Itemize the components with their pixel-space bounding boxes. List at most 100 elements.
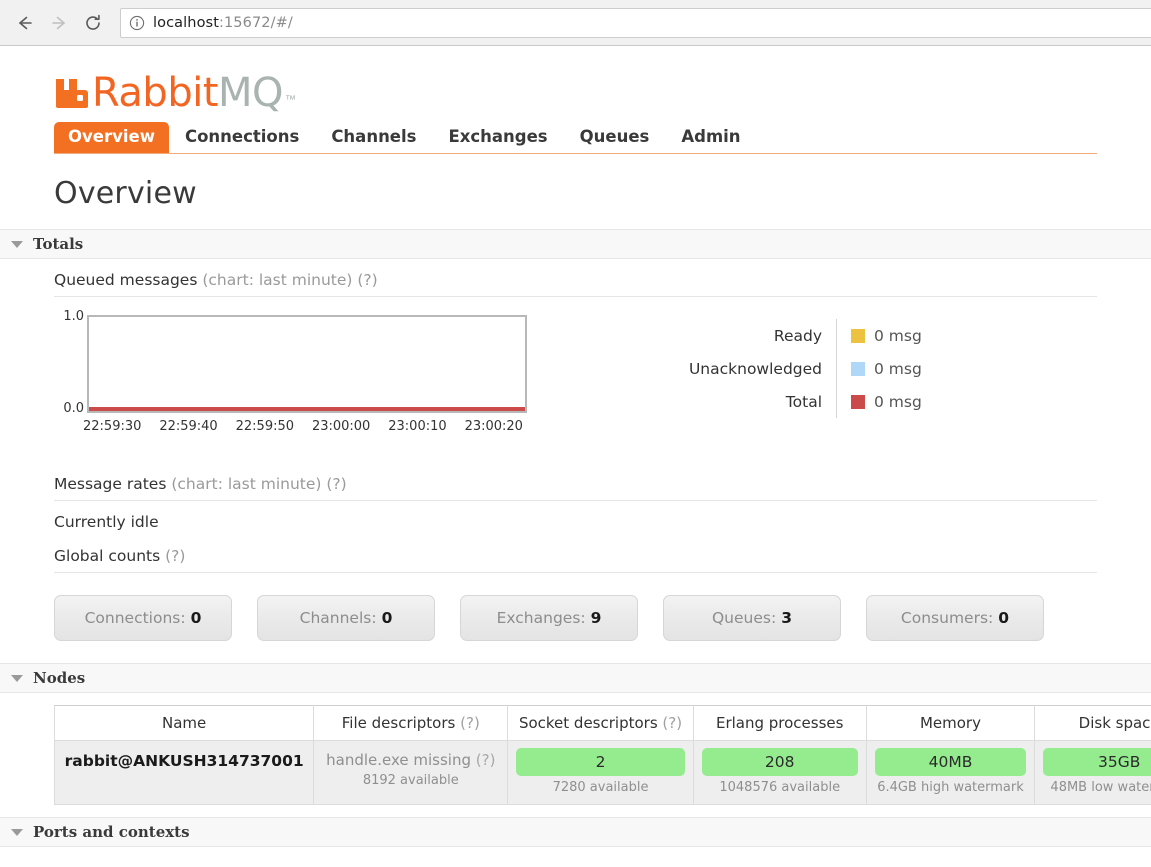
forward-button[interactable] (42, 6, 76, 40)
x-axis-tick: 23:00:10 (388, 419, 446, 434)
queued-messages-chart: 1.0 0.0 22:59:30 22:59:40 22:59:50 23:00… (54, 315, 554, 441)
column-header-file-descriptors[interactable]: File descriptors (?) (314, 706, 508, 741)
legend-label-ready: Ready (664, 327, 836, 345)
message-rates-note[interactable]: (chart: last minute) (?) (171, 475, 346, 493)
table-row[interactable]: rabbit@ANKUSH314737001 handle.exe missin… (55, 741, 1151, 805)
global-counts-note[interactable]: (?) (165, 547, 185, 565)
reload-button[interactable] (76, 6, 110, 40)
column-label-socket-descriptors: Socket descriptors (519, 714, 658, 732)
column-header-memory[interactable]: Memory (866, 706, 1035, 741)
back-arrow-icon (15, 13, 35, 33)
count-label-consumers: Consumers: (901, 609, 993, 627)
cell-erlang-processes: 208 1048576 available (693, 741, 866, 805)
page-title: Overview (54, 176, 1097, 211)
column-header-erlang-processes[interactable]: Erlang processes (693, 706, 866, 741)
nodes-table: Name File descriptors (?) Socket descrip… (54, 705, 1151, 805)
global-counts-row: Connections: 0 Channels: 0 Exchanges: 9 … (54, 573, 1097, 663)
count-box-connections[interactable]: Connections: 0 (54, 595, 232, 641)
x-axis-tick: 23:00:20 (465, 419, 523, 434)
queued-messages-header: Queued messages (chart: last minute) (?) (54, 259, 1097, 297)
count-label-exchanges: Exchanges: (497, 609, 586, 627)
cell-disk-space: 35GB 48MB low watermark (1035, 741, 1151, 805)
count-box-exchanges[interactable]: Exchanges: 9 (460, 595, 638, 641)
caret-down-icon[interactable] (11, 675, 23, 682)
tab-channels[interactable]: Channels (315, 122, 432, 153)
tab-overview[interactable]: Overview (54, 122, 169, 153)
section-title-nodes: Nodes (33, 669, 85, 687)
section-title-totals: Totals (33, 235, 83, 253)
legend-value-unacknowledged: 0 msg (874, 360, 922, 378)
rabbitmq-logo[interactable]: RabbitMQ ™ (54, 68, 1097, 112)
column-header-socket-descriptors[interactable]: Socket descriptors (?) (508, 706, 694, 741)
erlang-processes-note: 1048576 available (702, 780, 858, 795)
section-header-nodes[interactable]: Nodes (0, 663, 1151, 693)
section-header-totals[interactable]: Totals (0, 229, 1151, 259)
count-box-channels[interactable]: Channels: 0 (257, 595, 435, 641)
help-icon-socket-descriptors[interactable]: (?) (662, 714, 682, 732)
tab-connections[interactable]: Connections (169, 122, 315, 153)
reload-icon (83, 13, 103, 33)
file-descriptors-note: 8192 available (322, 773, 499, 788)
logo-rabbit-text: Rabbit (92, 70, 218, 116)
legend-label-total: Total (664, 393, 836, 411)
queued-messages-note[interactable]: (chart: last minute) (?) (202, 271, 377, 289)
chart-x-axis: 22:59:30 22:59:40 22:59:50 23:00:00 23:0… (87, 419, 527, 434)
forward-arrow-icon (49, 13, 69, 33)
file-descriptors-text: handle.exe missing (326, 751, 471, 769)
y-axis-tick-max: 1.0 (54, 309, 84, 324)
x-axis-tick: 22:59:40 (159, 419, 217, 434)
count-label-channels: Channels: (300, 609, 377, 627)
x-axis-tick: 22:59:50 (236, 419, 294, 434)
cell-memory: 40MB 6.4GB high watermark (866, 741, 1035, 805)
legend-swatch-unacknowledged (851, 362, 865, 376)
memory-bar: 40MB (875, 748, 1027, 776)
caret-down-icon[interactable] (11, 829, 23, 836)
count-value-queues: 3 (781, 609, 792, 627)
socket-descriptors-note: 7280 available (516, 780, 685, 795)
column-label-erlang-processes: Erlang processes (716, 714, 844, 732)
queued-messages-chart-block: 1.0 0.0 22:59:30 22:59:40 22:59:50 23:00… (54, 297, 1097, 441)
caret-down-icon[interactable] (11, 241, 23, 248)
main-navigation: Overview Connections Channels Exchanges … (54, 122, 1097, 154)
count-value-connections: 0 (191, 609, 202, 627)
legend-item-total: Total 0 msg (664, 385, 922, 418)
nodes-table-header-row: Name File descriptors (?) Socket descrip… (55, 706, 1151, 741)
back-button[interactable] (8, 6, 42, 40)
tab-queues[interactable]: Queues (564, 122, 666, 153)
legend-value-group: 0 msg (836, 385, 922, 418)
column-header-name[interactable]: Name (55, 706, 314, 741)
tab-admin[interactable]: Admin (665, 122, 756, 153)
disk-space-bar: 35GB (1043, 748, 1151, 776)
count-box-consumers[interactable]: Consumers: 0 (866, 595, 1044, 641)
cell-file-descriptors: handle.exe missing (?) 8192 available (314, 741, 508, 805)
file-descriptors-status: handle.exe missing (?) (322, 748, 499, 769)
cell-socket-descriptors: 2 7280 available (508, 741, 694, 805)
column-header-disk-space[interactable]: Disk space (1035, 706, 1151, 741)
section-header-ports-and-contexts[interactable]: Ports and contexts (0, 817, 1151, 847)
cell-node-name[interactable]: rabbit@ANKUSH314737001 (55, 741, 314, 805)
section-title-ports-and-contexts: Ports and contexts (33, 823, 190, 841)
help-icon-file-descriptors[interactable]: (?) (460, 714, 480, 732)
legend-item-ready: Ready 0 msg (664, 319, 922, 352)
count-box-queues[interactable]: Queues: 3 (663, 595, 841, 641)
legend-value-total: 0 msg (874, 393, 922, 411)
memory-note: 6.4GB high watermark (875, 780, 1027, 795)
legend-value-group: 0 msg (836, 319, 922, 352)
url-text: localhost:15672/#/ (153, 15, 293, 31)
count-label-connections: Connections: (85, 609, 186, 627)
legend-swatch-ready (851, 329, 865, 343)
column-label-file-descriptors: File descriptors (342, 714, 456, 732)
column-label-memory: Memory (920, 714, 981, 732)
logo-wordmark: RabbitMQ (92, 74, 283, 112)
help-icon-handle-missing[interactable]: (?) (476, 751, 496, 769)
info-circle-icon[interactable] (129, 15, 145, 31)
address-bar[interactable]: localhost:15672/#/ (120, 8, 1151, 38)
y-axis-tick-min: 0.0 (54, 401, 84, 416)
count-label-queues: Queues: (712, 609, 776, 627)
url-host: localhost (153, 15, 219, 31)
legend-value-ready: 0 msg (874, 327, 922, 345)
legend-item-unacknowledged: Unacknowledged 0 msg (664, 352, 922, 385)
tab-exchanges[interactable]: Exchanges (432, 122, 563, 153)
x-axis-tick: 23:00:00 (312, 419, 370, 434)
count-value-exchanges: 9 (591, 609, 602, 627)
